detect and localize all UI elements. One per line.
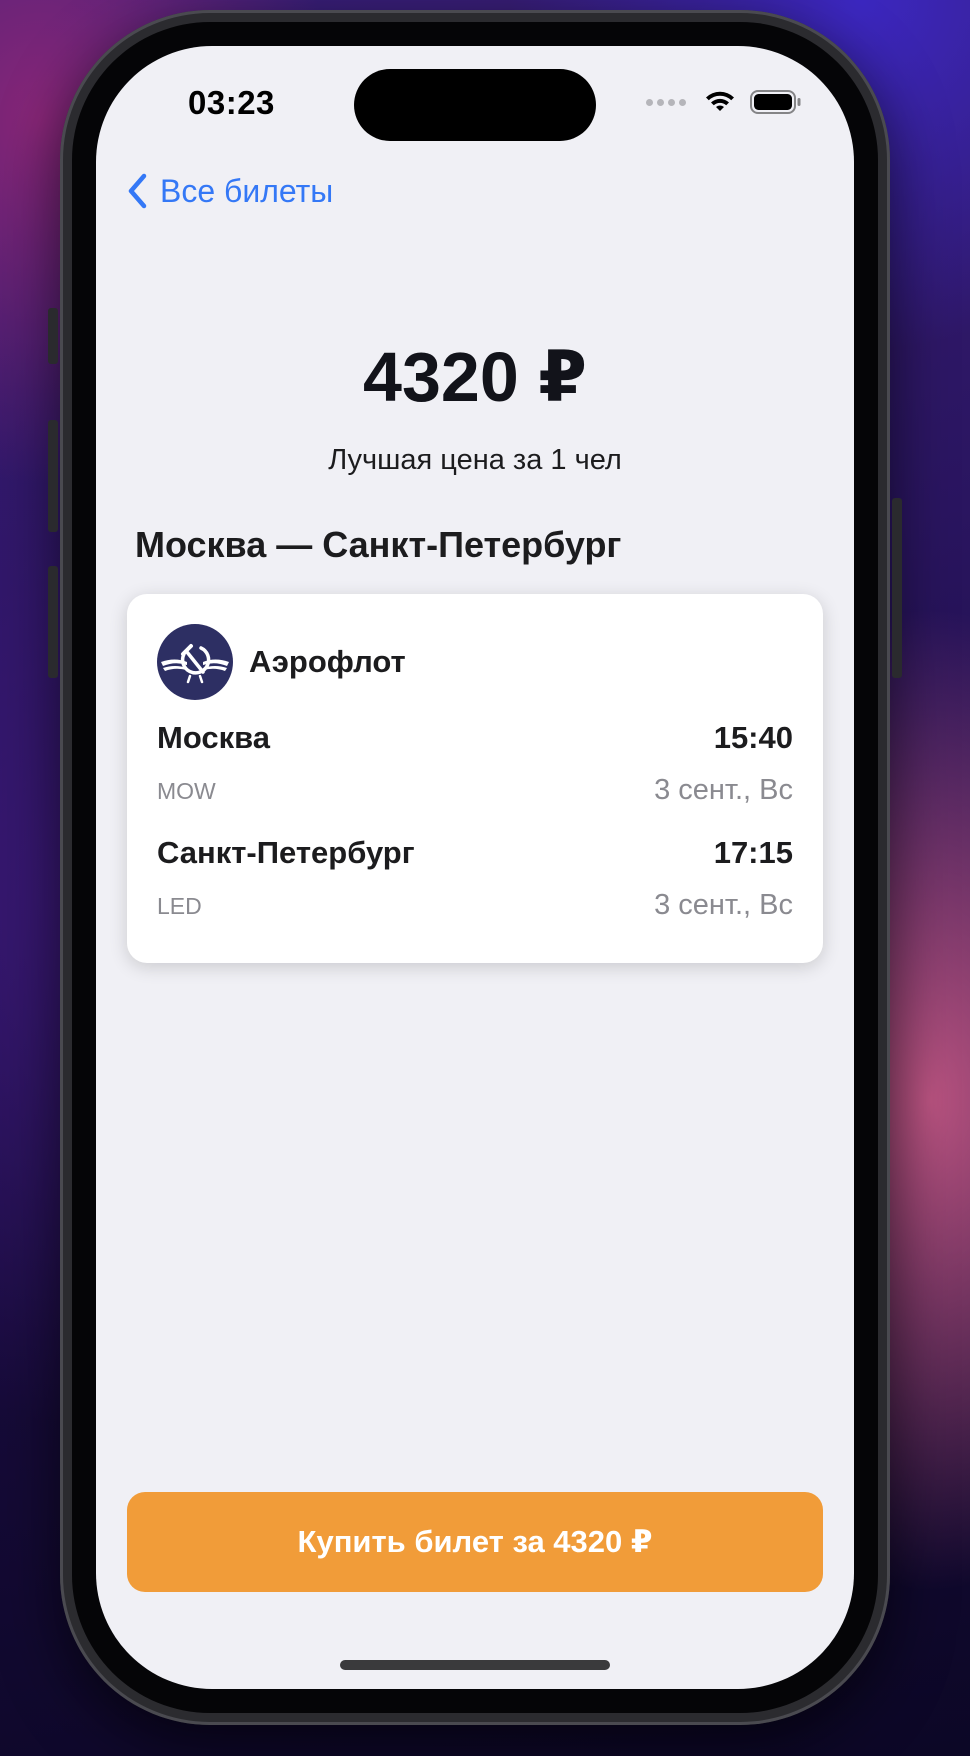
airline-row: Аэрофлот (157, 624, 406, 700)
departure-city: Москва (157, 720, 270, 755)
wifi-icon (706, 91, 734, 111)
departure-date: 3 сент., Вс (654, 774, 793, 806)
battery-icon (750, 90, 801, 114)
airline-name: Аэрофлот (249, 644, 406, 679)
app-screen: 03:23 Все билеты 4320 ₽ Лучшая цена за 1… (96, 46, 854, 1689)
dynamic-island (354, 69, 596, 141)
arrival-city: Санкт-Петербург (157, 835, 415, 870)
arrival-code: LED (157, 893, 202, 919)
signal-dots-icon (646, 98, 686, 106)
back-button[interactable]: Все билеты (126, 172, 333, 210)
chevron-left-icon (128, 173, 147, 209)
home-indicator[interactable] (340, 1660, 610, 1670)
status-time: 03:23 (188, 84, 275, 121)
arrival-time: 17:15 (713, 835, 793, 870)
back-label: Все билеты (160, 172, 334, 209)
departure-code: MOW (157, 778, 216, 804)
route-title: Москва — Санкт-Петербург (135, 524, 622, 565)
volume-up-button (48, 420, 58, 532)
ticket-card[interactable]: Аэрофлот Москва 15:40 MOW 3 сент., Вс Са… (127, 594, 823, 963)
departure-time: 15:40 (713, 720, 793, 755)
arrival-date: 3 сент., Вс (654, 889, 793, 921)
buy-ticket-button[interactable]: Купить билет за 4320 ₽ (127, 1492, 823, 1592)
status-icons (646, 90, 802, 114)
best-price: 4320 ₽ (363, 338, 587, 416)
power-button (892, 498, 902, 678)
mute-switch (48, 308, 58, 364)
aeroflot-logo-icon (157, 624, 233, 700)
price-caption: Лучшая цена за 1 чел (328, 444, 622, 476)
volume-down-button (48, 566, 58, 678)
